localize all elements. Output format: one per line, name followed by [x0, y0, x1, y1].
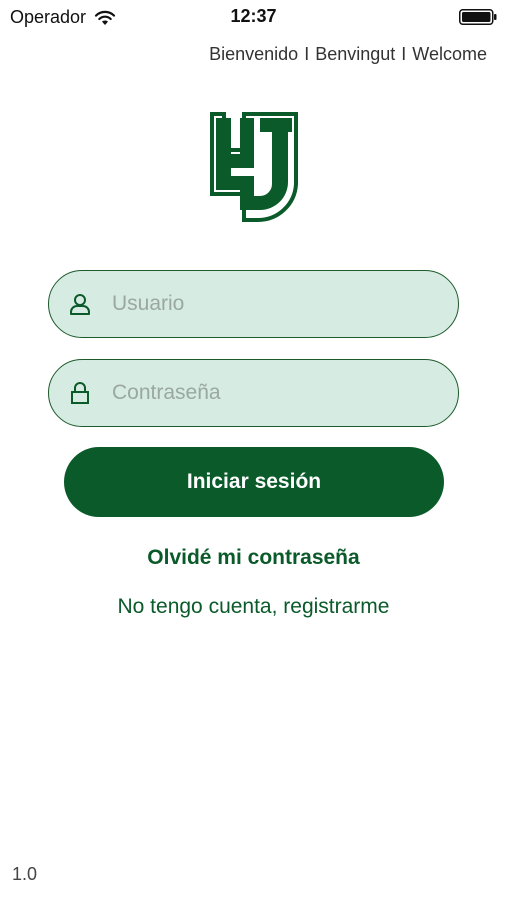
- app-logo: [210, 112, 298, 222]
- register-link[interactable]: No tengo cuenta, registrarme: [0, 595, 507, 619]
- username-input[interactable]: [112, 292, 432, 316]
- forgot-password-link[interactable]: Olvidé mi contraseña: [0, 546, 507, 570]
- language-english-link[interactable]: Welcome: [412, 44, 487, 65]
- user-icon: [70, 294, 90, 315]
- battery-icon: [459, 9, 497, 25]
- language-separator: I: [401, 44, 407, 64]
- language-catalan-link[interactable]: Benvingut: [315, 44, 395, 65]
- language-separator: I: [304, 44, 310, 64]
- lock-icon: [71, 382, 89, 404]
- language-selector: Bienvenido I Benvingut I Welcome: [209, 44, 487, 65]
- language-spanish-link[interactable]: Bienvenido: [209, 44, 298, 65]
- status-clock: 12:37: [230, 6, 277, 26]
- password-field[interactable]: [48, 359, 459, 427]
- login-button[interactable]: Iniciar sesión: [64, 447, 444, 517]
- status-bar: Operador 12:37: [0, 0, 507, 34]
- app-version: 1.0: [12, 864, 38, 884]
- username-field[interactable]: [48, 270, 459, 338]
- password-input[interactable]: [112, 381, 432, 405]
